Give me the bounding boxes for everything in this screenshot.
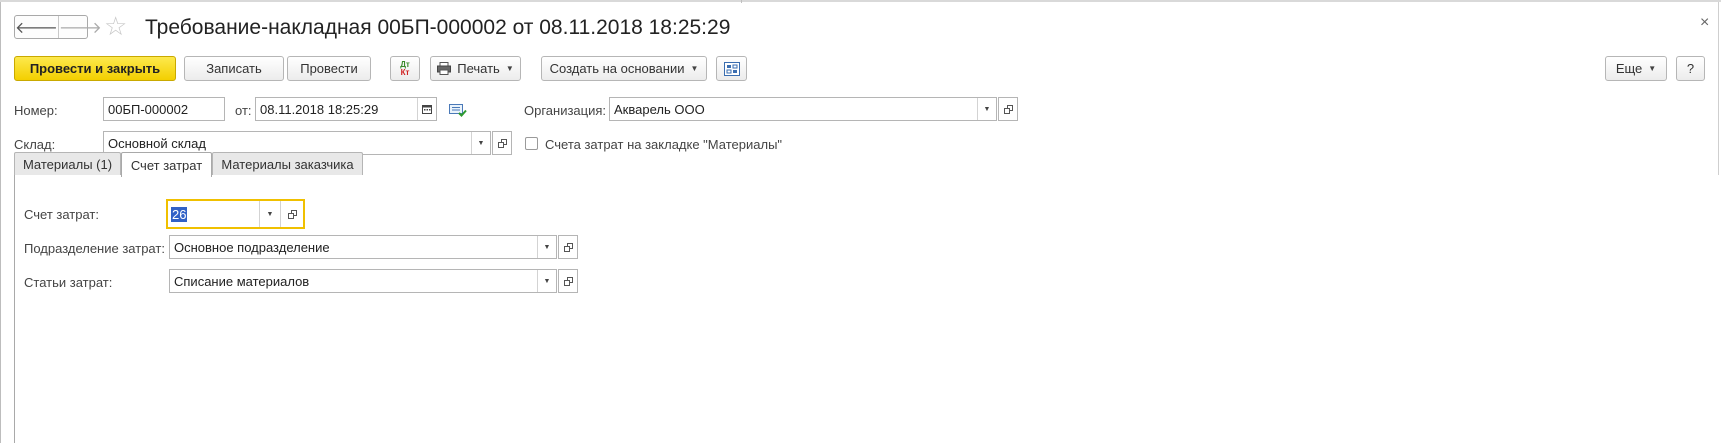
cost-item-dropdown-button[interactable]: ▼ [537,270,556,292]
open-window-icon [497,138,507,148]
post-and-close-label: Провести и закрыть [29,61,161,76]
window-left-border [0,2,1,443]
cost-item-label: Статьи затрат: [24,275,113,290]
cost-department-value: Основное подразделение [174,239,330,255]
date-field[interactable]: 08.11.2018 18:25:29 [255,97,437,121]
date-value: 08.11.2018 18:25:29 [260,101,379,117]
tab-customer-materials[interactable]: Материалы заказчика [212,152,363,176]
calendar-icon [422,105,432,114]
warehouse-dropdown-button[interactable]: ▼ [471,132,490,154]
more-label: Еще [1615,61,1643,76]
chevron-down-icon: ▼ [543,277,551,285]
organization-value: Акварель ООО [614,101,705,117]
dt-kt-button[interactable]: Дт Кт [390,56,420,81]
favorite-star-icon[interactable]: ☆ [104,13,127,39]
warehouse-open-button[interactable] [492,131,512,155]
cost-account-dropdown-button[interactable]: ▼ [259,201,280,227]
organization-label: Организация: [524,103,607,118]
cost-item-field[interactable]: Списание материалов ▼ [169,269,557,293]
organization-dropdown-button[interactable]: ▼ [977,98,996,120]
document-structure-icon [723,61,740,76]
organization-open-button[interactable] [998,97,1018,121]
forward-button[interactable]: 🡒 [57,16,102,38]
arrow-left-icon: 🡐 [15,19,58,37]
create-based-on-label: Создать на основании [549,61,685,76]
structure-button[interactable] [716,56,747,81]
chevron-down-icon: ▼ [266,210,274,218]
number-value: 00БП-000002 [108,101,189,117]
post-and-close-button[interactable]: Провести и закрыть [14,56,176,81]
date-label: от: [235,103,252,118]
cost-account-label: Счет затрат: [24,207,99,222]
window-top-separator [741,0,742,3]
number-field[interactable]: 00БП-000002 [103,97,225,121]
more-button[interactable]: Еще ▼ [1605,56,1667,81]
tab-cost-account-label: Счет затрат [130,157,203,173]
chevron-down-icon: ▼ [543,243,551,251]
cost-department-field[interactable]: Основное подразделение ▼ [169,235,557,259]
print-label: Печать [457,61,500,76]
open-window-icon [1003,104,1013,114]
print-button[interactable]: Печать ▼ [430,56,521,81]
warehouse-label: Склад: [14,137,56,152]
chevron-down-icon: ▼ [1648,64,1657,73]
save-label: Записать [206,61,262,76]
chevron-down-icon: ▼ [690,64,699,73]
chevron-down-icon: ▼ [505,64,514,73]
kt-text: Кт [400,67,410,77]
printer-icon [437,62,452,75]
chevron-down-icon: ▼ [477,139,485,147]
cost-department-label: Подразделение затрат: [24,241,165,256]
calendar-button[interactable] [417,98,436,120]
arrow-right-icon: 🡒 [58,19,102,37]
open-window-icon [287,209,297,219]
cost-account-field[interactable]: 26 ▼ [166,199,305,229]
help-label: ? [1686,61,1695,76]
post-button[interactable]: Провести [287,56,371,81]
post-label: Провести [300,61,358,76]
open-window-icon [563,276,573,286]
tab-materials-label: Материалы (1) [22,157,113,172]
warehouse-value: Основной склад [108,135,206,151]
page-title: Требование-накладная 00БП-000002 от 08.1… [145,16,731,39]
open-window-icon [563,242,573,252]
cost-item-value: Списание материалов [174,273,310,289]
save-button[interactable]: Записать [184,56,284,81]
chevron-down-icon: ▼ [983,105,991,113]
navigation-group: 🡐 🡒 [14,15,102,39]
create-based-on-button[interactable]: Создать на основании ▼ [541,56,707,81]
cost-department-open-button[interactable] [558,235,578,259]
cost-item-open-button[interactable] [558,269,578,293]
cost-account-value: 26 [171,206,188,222]
close-icon[interactable]: × [1700,14,1709,32]
tab-cost-account[interactable]: Счет затрат [121,152,212,177]
tab-customer-materials-label: Материалы заказчика [221,157,354,172]
window-top-border [0,0,1721,2]
cost-account-open-button[interactable] [280,201,303,227]
cost-accounts-checkbox-label: Счета затрат на закладке "Материалы" [545,137,783,152]
tab-materials[interactable]: Материалы (1) [14,152,121,176]
back-button[interactable]: 🡐 [15,16,58,38]
cost-accounts-on-materials-checkbox[interactable] [525,137,538,150]
organization-field[interactable]: Акварель ООО ▼ [609,97,997,121]
number-label: Номер: [14,103,58,118]
dt-kt-icon: Дт Кт [400,60,410,77]
help-button[interactable]: ? [1676,56,1705,81]
cost-department-dropdown-button[interactable]: ▼ [537,236,556,258]
posting-status-icon[interactable] [449,103,467,117]
